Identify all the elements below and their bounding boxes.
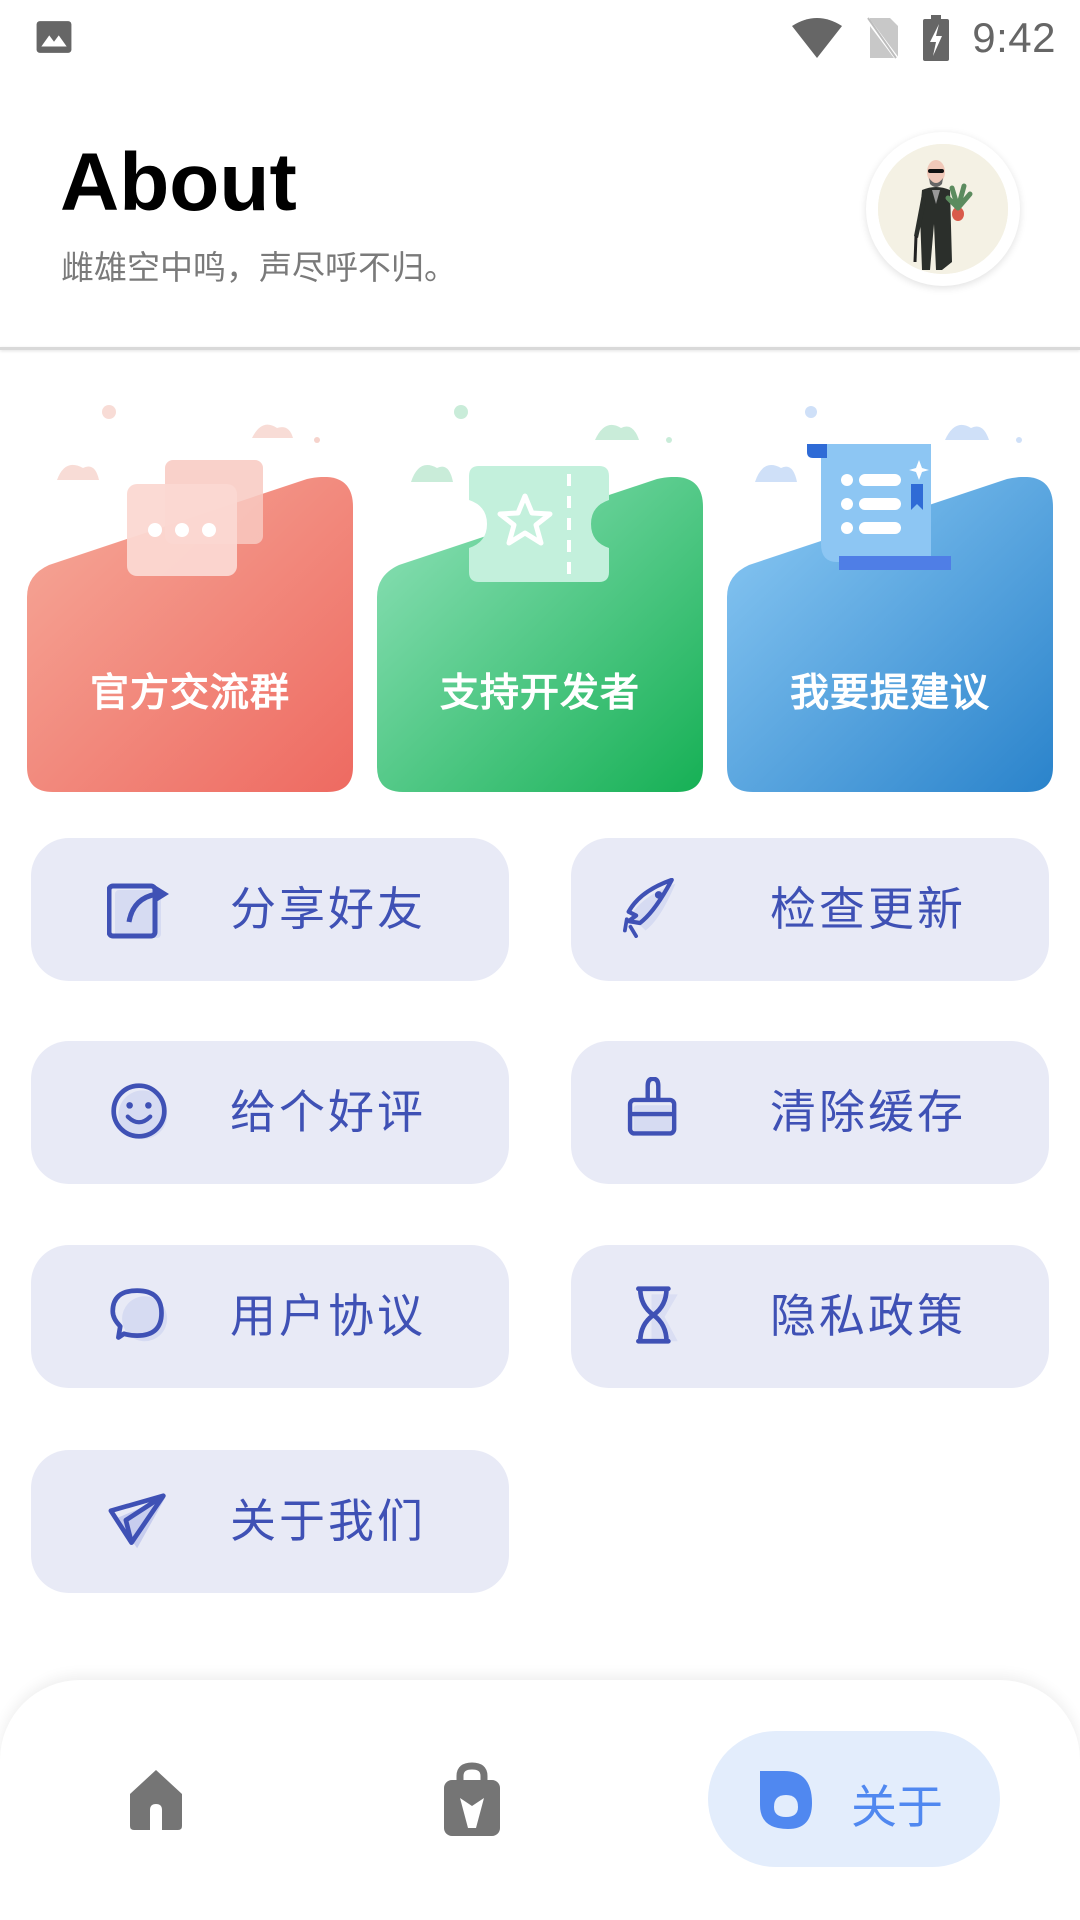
page-title: About bbox=[60, 137, 297, 228]
menu-item-rate[interactable]: 给个好评 bbox=[31, 1041, 509, 1184]
header: About 雌雄空中鸣，声尽呼不归。 bbox=[0, 76, 1080, 348]
avatar-image bbox=[878, 144, 1008, 274]
menu-item-share[interactable]: 分享好友 bbox=[31, 838, 509, 981]
menu-label: 用户协议 bbox=[230, 1289, 426, 1343]
menu-item-user-agreement[interactable]: 用户协议 bbox=[31, 1245, 509, 1388]
nav-shop[interactable] bbox=[436, 1762, 508, 1838]
battery-charging-icon bbox=[923, 15, 950, 61]
menu-label: 分享好友 bbox=[230, 882, 426, 936]
smiley-icon bbox=[111, 1083, 168, 1140]
menu-label: 隐私政策 bbox=[770, 1289, 966, 1343]
menu-item-about-us[interactable]: 关于我们 bbox=[31, 1450, 509, 1593]
menu-item-check-update[interactable]: 检查更新 bbox=[571, 838, 1049, 981]
menu-item-privacy-policy[interactable]: 隐私政策 bbox=[571, 1245, 1049, 1388]
avatar-illustration bbox=[878, 144, 1008, 274]
brush-icon bbox=[627, 1077, 677, 1136]
menu-item-clear-cache[interactable]: 清除缓存 bbox=[571, 1041, 1049, 1184]
page-subtitle: 雌雄空中鸣，声尽呼不归。 bbox=[61, 248, 457, 287]
wifi-icon bbox=[792, 18, 843, 58]
ticket-star-icon bbox=[469, 466, 609, 582]
card-label: 我要提建议 bbox=[789, 671, 990, 716]
home-icon bbox=[130, 1770, 182, 1830]
bottom-navigation: 关于 bbox=[0, 1680, 1080, 1920]
feature-card-official-group[interactable]: 官方交流群 bbox=[27, 400, 353, 792]
card-label: 支持开发者 bbox=[439, 671, 640, 716]
menu-label: 清除缓存 bbox=[770, 1085, 966, 1139]
no-sim-icon bbox=[866, 17, 900, 60]
card-label: 官方交流群 bbox=[89, 671, 290, 716]
shopping-bag-icon bbox=[444, 1762, 500, 1836]
gallery-notification-icon bbox=[36, 21, 72, 53]
feature-card-support-developer[interactable]: 支持开发者 bbox=[377, 400, 703, 792]
menu-label: 给个好评 bbox=[230, 1085, 426, 1139]
about-icon bbox=[760, 1771, 812, 1829]
chat-bubble-icon bbox=[110, 1288, 168, 1342]
nav-about-label: 关于 bbox=[851, 1780, 943, 1834]
nav-home[interactable] bbox=[120, 1764, 192, 1836]
rocket-icon bbox=[623, 878, 676, 938]
paper-plane-icon bbox=[108, 1493, 166, 1549]
avatar[interactable] bbox=[866, 132, 1020, 286]
menu-label: 关于我们 bbox=[230, 1494, 426, 1548]
header-divider bbox=[0, 347, 1080, 350]
status-time: 9:42 bbox=[972, 14, 1056, 61]
feature-card-suggestion[interactable]: 我要提建议 bbox=[727, 400, 1053, 792]
scroll-list-icon bbox=[807, 444, 951, 570]
menu-label: 检查更新 bbox=[770, 882, 966, 936]
chat-bubbles-icon bbox=[127, 460, 263, 576]
status-bar: 9:42 bbox=[0, 0, 1080, 76]
hourglass-icon bbox=[636, 1286, 678, 1344]
share-icon bbox=[107, 883, 169, 939]
nav-about[interactable]: 关于 bbox=[708, 1731, 1000, 1867]
